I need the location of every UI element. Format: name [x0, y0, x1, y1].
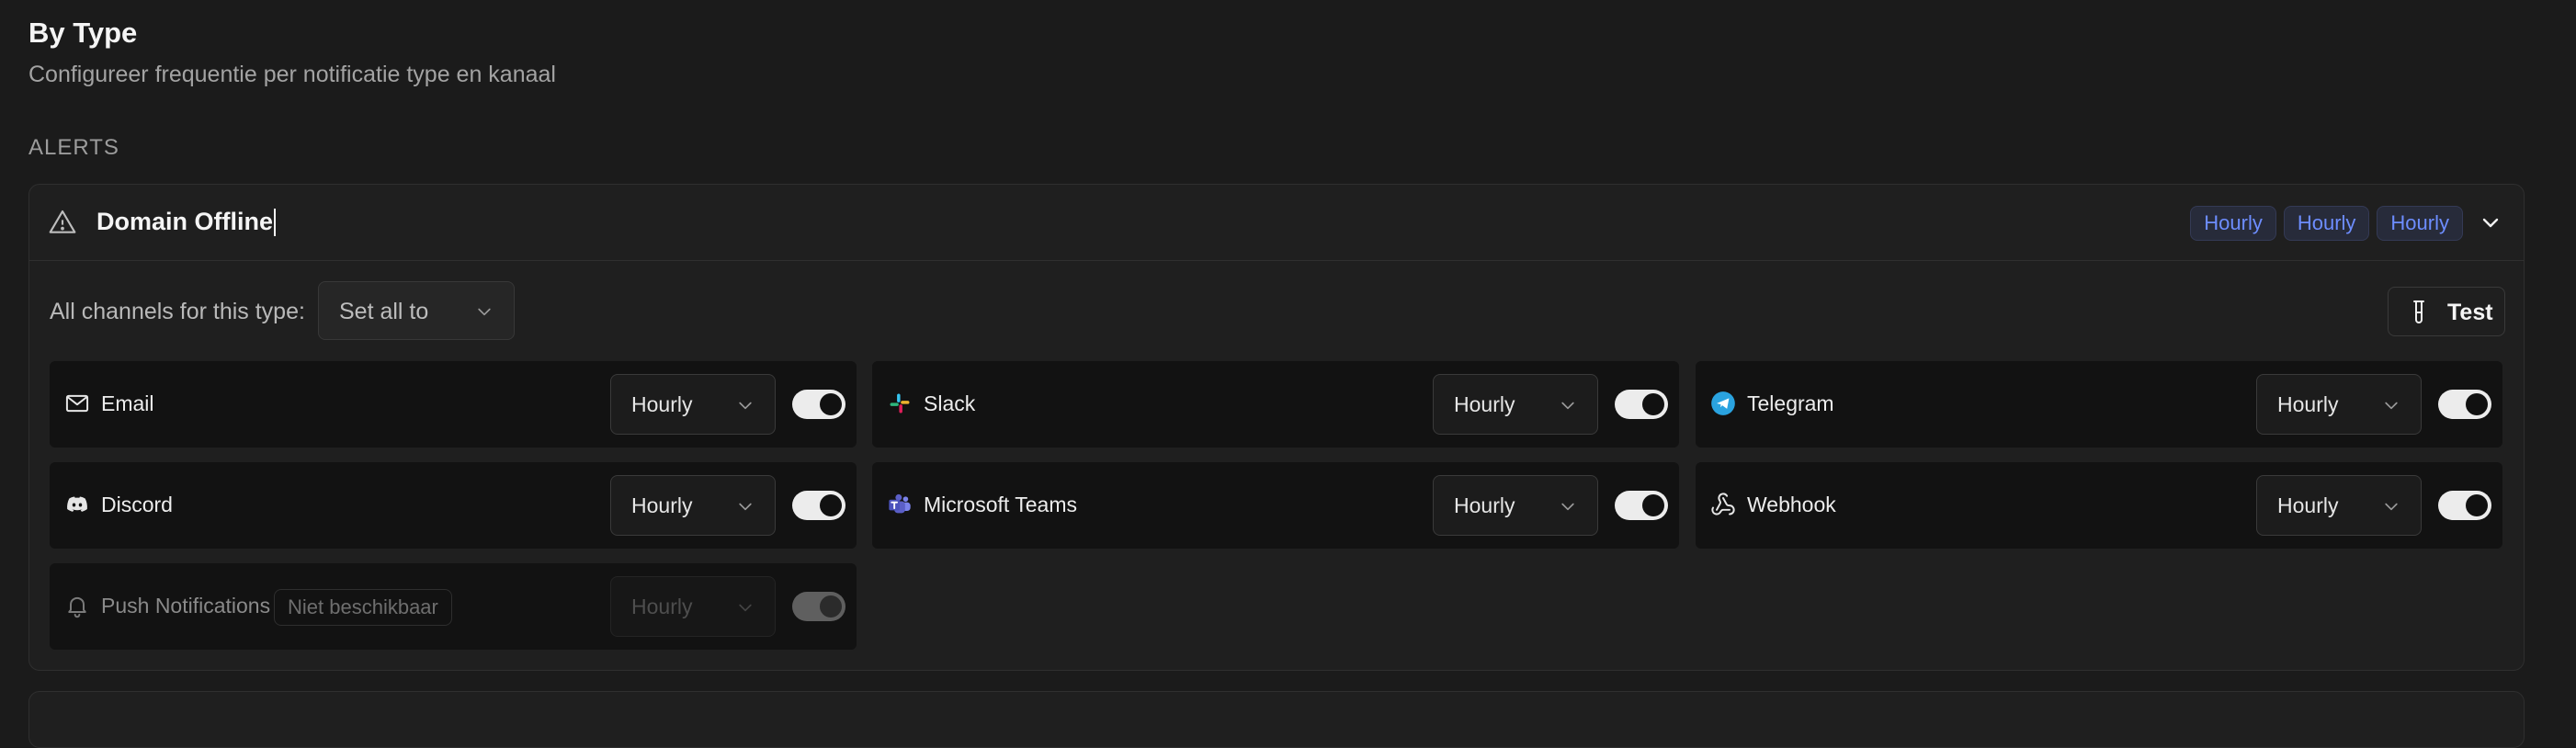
test-button-label: Test [2447, 300, 2493, 325]
channel-row-push-notifications: Push Notifications Niet beschikbaar Hour… [50, 563, 857, 650]
frequency-badges: Hourly Hourly Hourly [2190, 206, 2463, 241]
frequency-value: Hourly [1454, 493, 1515, 517]
chevron-down-icon [736, 598, 755, 617]
text-cursor [274, 209, 276, 236]
mail-icon [64, 391, 90, 416]
chevron-down-icon [2382, 497, 2400, 516]
bell-icon [64, 593, 90, 618]
frequency-value: Hourly [2277, 392, 2339, 416]
channel-name: Email [101, 391, 154, 415]
page: By Type Configureer frequentie per notif… [0, 0, 2576, 748]
page-title: By Type [28, 17, 138, 49]
frequency-badge: Hourly [2377, 206, 2463, 241]
channel-name: Slack [924, 391, 976, 415]
channel-row-email: Email Hourly [50, 361, 857, 448]
chevron-down-icon [1559, 396, 1577, 414]
chevron-down-icon [736, 396, 755, 414]
channel-toggle[interactable] [2438, 390, 2491, 419]
chevron-down-icon [2382, 396, 2400, 414]
chevron-down-icon [736, 497, 755, 516]
channel-toggle[interactable] [2438, 491, 2491, 520]
telegram-icon [1710, 391, 1736, 416]
unavailable-badge: Niet beschikbaar [274, 589, 452, 626]
set-all-select[interactable]: Set all to [318, 281, 515, 340]
channel-row-webhook: Webhook Hourly [1696, 462, 2502, 549]
frequency-select[interactable]: Hourly [2256, 475, 2422, 536]
channel-row-discord: Discord Hourly [50, 462, 857, 549]
toggle-knob [1642, 393, 1664, 415]
channel-name: Discord [101, 493, 173, 516]
channel-toggle[interactable] [1615, 390, 1668, 419]
channel-row-slack: Slack Hourly [872, 361, 1679, 448]
test-button[interactable]: Test [2388, 287, 2505, 336]
toggle-knob [2466, 393, 2488, 415]
teams-icon [887, 492, 913, 517]
toggle-knob [2466, 494, 2488, 516]
section-label: ALERTS [28, 135, 119, 160]
all-channels-label: All channels for this type: [50, 299, 305, 324]
channel-toggle[interactable] [792, 390, 845, 419]
slack-icon [887, 391, 913, 416]
frequency-select[interactable]: Hourly [2256, 374, 2422, 435]
toggle-knob [820, 494, 842, 516]
alert-type-title[interactable]: Domain Offline [96, 208, 273, 236]
frequency-value: Hourly [631, 493, 693, 517]
alert-type-card: Domain Offline Hourly Hourly Hourly All … [28, 184, 2525, 671]
frequency-value: Hourly [631, 392, 693, 416]
frequency-value: Hourly [2277, 493, 2339, 517]
alert-type-header[interactable]: Domain Offline Hourly Hourly Hourly [29, 185, 2524, 261]
channel-toggle[interactable] [1615, 491, 1668, 520]
toggle-knob [1642, 494, 1664, 516]
channel-name: Telegram [1747, 391, 1834, 415]
test-tube-icon [2409, 300, 2429, 325]
toggle-knob [820, 393, 842, 415]
channel-row-telegram: Telegram Hourly [1696, 361, 2502, 448]
page-subtitle: Configureer frequentie per notificatie t… [28, 62, 556, 87]
warning-icon [48, 208, 77, 237]
channel-name: Microsoft Teams [924, 493, 1078, 516]
set-all-placeholder: Set all to [339, 299, 429, 324]
frequency-select[interactable]: Hourly [1433, 475, 1598, 536]
channel-row-microsoft-teams: Microsoft Teams Hourly [872, 462, 1679, 549]
channel-toggle [792, 592, 845, 621]
frequency-value: Hourly [1454, 392, 1515, 416]
frequency-select[interactable]: Hourly [610, 475, 776, 536]
channel-name: Push Notifications [101, 594, 271, 618]
channel-toggle[interactable] [792, 491, 845, 520]
next-alert-type-card[interactable] [28, 691, 2525, 748]
frequency-select[interactable]: Hourly [1433, 374, 1598, 435]
webhook-icon [1710, 492, 1736, 517]
discord-icon [64, 492, 90, 517]
frequency-badge: Hourly [2190, 206, 2276, 241]
toggle-knob [820, 595, 842, 618]
channel-name: Webhook [1747, 493, 1836, 516]
chevron-down-icon [475, 302, 494, 321]
frequency-value: Hourly [631, 595, 693, 618]
frequency-select[interactable]: Hourly [610, 374, 776, 435]
frequency-badge: Hourly [2283, 206, 2370, 241]
chevron-down-icon [1559, 497, 1577, 516]
frequency-select: Hourly [610, 576, 776, 637]
chevron-down-icon[interactable] [2480, 211, 2502, 233]
